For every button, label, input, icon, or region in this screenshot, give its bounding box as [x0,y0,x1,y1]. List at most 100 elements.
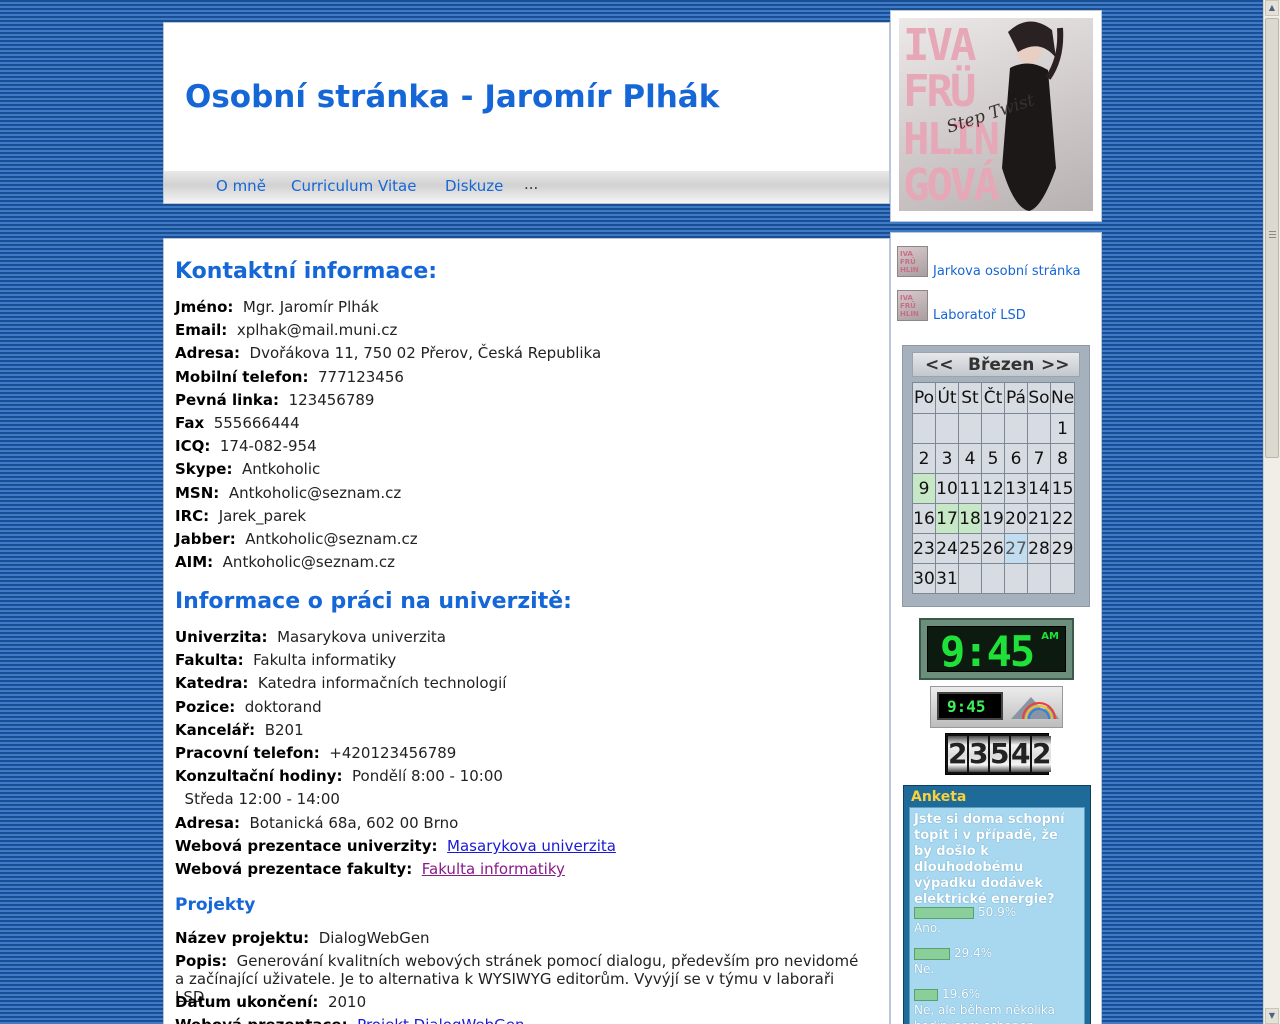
calendar-prev-button[interactable]: << [925,355,954,375]
university-info-row: Univerzita: Masarykova univerzita [175,628,446,646]
calendar-day[interactable]: 1 [1049,413,1076,444]
calendar-day[interactable]: 8 [1049,443,1076,474]
project-web-row: Webová prezentace: Projekt DialogWebGen [175,1016,525,1024]
uni-web-link[interactable]: Masarykova univerzita [447,837,616,855]
calendar-day[interactable]: 22 [1049,503,1076,534]
contact-info-label: MSN: [175,483,220,502]
digital-clock-large: 9:45 AM [919,618,1074,680]
university-info-value: Středa 12:00 - 14:00 [184,790,340,809]
calendar-empty-cell [912,413,936,444]
contact-info-value: 174-082-954 [219,437,317,456]
calendar-empty-cell [1004,413,1028,444]
calendar-day[interactable]: 13 [1004,473,1028,504]
calendar-day[interactable]: 24 [935,533,959,564]
grip-line [1269,234,1276,235]
digital-clock-small: 9:45 [930,686,1063,728]
poll-answer-label: Ano. [914,921,941,935]
calendar-day[interactable]: 27 [1004,533,1028,564]
calendar-day[interactable]: 29 [1049,533,1076,564]
university-info-row: Pozice: doktorand [175,698,322,716]
project-end-value: 2010 [327,993,367,1011]
calendar-widget: << Březen >> Po Út St Čt Pá So Ne 1 2 3 4 5 6 7 8 9 10 11… [902,345,1090,607]
university-info-value: Katedra informačních technologií [257,674,507,693]
project-end-row: Datum ukončení: 2010 [175,993,366,1011]
calendar-day[interactable]: 15 [1049,473,1076,504]
counter-digit: 3 [969,736,989,772]
calendar-day[interactable]: 6 [1004,443,1028,474]
university-info-value: B201 [264,720,304,739]
contact-info-row: Jabber: Antkoholic@seznam.cz [175,530,418,548]
calendar-day[interactable]: 12 [981,473,1005,504]
calendar-day[interactable]: 14 [1027,473,1051,504]
contact-info-value: Antkoholic [242,460,321,479]
nav-item-about[interactable]: O mně [216,177,266,195]
sidebar-link-label[interactable]: Jarkova osobní stránka [933,264,1081,279]
contact-info-row: Mobilní telefon: 777123456 [175,368,404,386]
poll-bar [914,988,938,1001]
calendar-day[interactable]: 21 [1027,503,1051,534]
projects-heading: Projekty [175,895,256,915]
calendar-day[interactable]: 23 [912,533,936,564]
calendar-day[interactable]: 2 [912,443,936,474]
main-content: Kontaktní informace: Jméno: Mgr. Jaromír… [163,238,890,1024]
contact-info-value: xplhak@mail.muni.cz [236,321,398,340]
project-web-link[interactable]: Projekt DialogWebGen [357,1016,524,1024]
scroll-down-arrow-icon[interactable]: ▼ [1265,1008,1279,1024]
calendar-day[interactable]: 10 [935,473,959,504]
calendar-day[interactable]: 30 [912,563,936,594]
sidebar: IVA FRÜ HLIN Jarkova osobní stránka IVA FRÜ… [890,232,1102,1024]
project-desc-label: Popis: [175,952,228,970]
calendar-day[interactable]: 4 [958,443,982,474]
poll-question: Jste si doma schopní topit i v případě, … [914,812,1065,907]
poll-answer[interactable]: 29.4% Ne. [914,945,1082,977]
contact-info-row: Fax 555666444 [175,414,300,432]
calendar-day[interactable]: 16 [912,503,936,534]
nav-more: ... [524,175,539,193]
calendar-day[interactable]: 28 [1027,533,1051,564]
calendar-day[interactable]: 11 [958,473,982,504]
university-info-row: Fakulta: Fakulta informatiky [175,651,396,669]
calendar-day[interactable]: 17 [935,503,959,534]
calendar-day[interactable]: 3 [935,443,959,474]
calendar-day[interactable]: 19 [981,503,1005,534]
calendar-next-button[interactable]: >> [1041,355,1070,375]
calendar-day[interactable]: 7 [1027,443,1051,474]
contact-info-label: Pevná linka: [175,390,280,409]
calendar-day[interactable]: 31 [935,563,959,594]
university-info-label: Pracovní telefon: [175,744,320,762]
calendar-day[interactable]: 26 [981,533,1005,564]
photo-frame: IVA FRÜ HLIN GOVÁ Step Twist [890,10,1102,222]
scroll-up-arrow-icon[interactable]: ▲ [1265,0,1279,16]
university-info-label: Kancelář: [175,720,256,739]
calendar-month: Březen [968,355,1035,375]
calendar-empty-cell [935,413,959,444]
scroll-thumb[interactable] [1265,18,1279,458]
nav-item-cv[interactable]: Curriculum Vitae [291,177,416,195]
calendar-day[interactable]: 5 [981,443,1005,474]
contact-info-label: Jméno: [175,298,234,316]
contact-info-row: Jméno: Mgr. Jaromír Plhák [175,298,379,316]
calendar-day[interactable]: 9 [912,473,936,504]
calendar-day[interactable]: 18 [958,503,982,534]
poll-answer-label: Ne, ale během několika hodin jsem schope… [914,1003,1055,1024]
nav-item-discussion[interactable]: Diskuze [445,177,503,195]
page-scrollbar[interactable]: ▲ ▼ [1263,0,1280,1024]
calendar-empty-cell [958,413,982,444]
poll-bar [914,947,950,960]
poll-title: Anketa [911,789,967,805]
university-info-label: Univerzita: [175,628,268,646]
calendar-day[interactable]: 20 [1004,503,1028,534]
calendar-day[interactable]: 25 [958,533,982,564]
fac-web-link[interactable]: Fakulta informatiky [422,860,565,878]
calendar-weekday: So [1027,382,1051,414]
page-title: Osobní stránka - Jaromír Plhák [185,79,720,115]
sidebar-link-label[interactable]: Laboratoř LSD [933,308,1026,323]
contact-info-row: Pevná linka: 123456789 [175,391,374,409]
poll-answer[interactable]: 50.9% Ano. [914,904,1082,936]
poll-answer[interactable]: 19.6% Ne, ale během několika hodin jsem … [914,986,1082,1024]
contact-info-value: Mgr. Jaromír Plhák [242,298,379,316]
calendar-weekday: Čt [981,382,1005,414]
calendar-weekday: Út [935,382,959,414]
university-info-label: Adresa: [175,813,240,832]
project-name-value: DialogWebGen [318,929,430,947]
